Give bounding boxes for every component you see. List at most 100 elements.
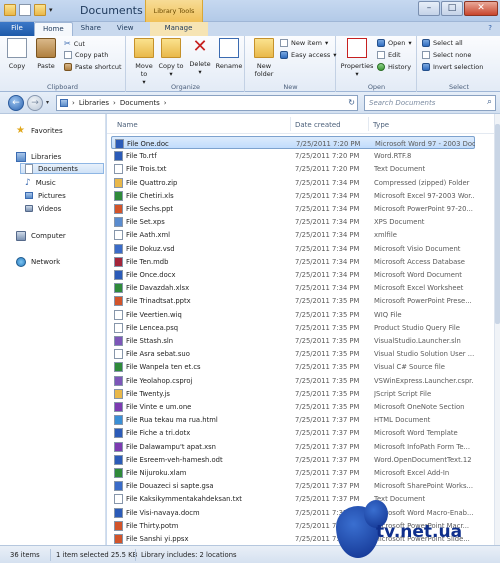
file-row[interactable]: File Trinadtsat.pptx 7/25/2011 7:35 PM Mic… bbox=[111, 294, 475, 307]
close-button[interactable]: ✕ bbox=[464, 1, 498, 16]
back-button[interactable]: ← bbox=[8, 95, 24, 111]
file-row[interactable]: File Fiche a tri.dotx 7/25/2011 7:37 PM Mi… bbox=[111, 426, 475, 439]
file-row[interactable]: File Nijuroku.xlam 7/25/2011 7:37 PM Micro… bbox=[111, 466, 475, 479]
file-row[interactable]: File Sttash.sln 7/25/2011 7:35 PM VisualSt… bbox=[111, 334, 475, 347]
file-row[interactable]: File Rua tekau ma rua.html 7/25/2011 7:37… bbox=[111, 413, 475, 426]
column-divider[interactable] bbox=[368, 117, 369, 131]
copy-path-button[interactable]: Copy path bbox=[64, 51, 108, 59]
breadcrumb-separator-icon[interactable]: › bbox=[164, 99, 167, 107]
scrollbar-thumb[interactable] bbox=[495, 124, 500, 324]
breadcrumb-separator-icon[interactable]: › bbox=[72, 99, 75, 107]
nav-documents[interactable]: Documents bbox=[20, 163, 104, 174]
file-type-icon bbox=[114, 336, 123, 346]
file-date: 7/25/2011 7:34 PM bbox=[295, 271, 360, 279]
select-none-button[interactable]: Select none bbox=[422, 51, 471, 59]
properties-icon[interactable] bbox=[19, 4, 31, 16]
address-bar[interactable]: › Libraries › Documents › ↻ bbox=[56, 95, 358, 111]
column-type[interactable]: Type bbox=[373, 121, 389, 129]
recent-locations-dropdown-icon[interactable]: ▾ bbox=[46, 99, 49, 106]
file-row[interactable]: File Vinte e um.one 7/25/2011 7:35 PM Micr… bbox=[111, 400, 475, 413]
file-row[interactable]: File Once.docx 7/25/2011 7:34 PM Microsoft… bbox=[111, 268, 475, 281]
nav-computer[interactable]: Computer bbox=[16, 230, 66, 241]
paste-button[interactable]: Paste bbox=[32, 38, 60, 70]
tab-home[interactable]: Home bbox=[34, 22, 73, 36]
file-row[interactable]: File Quattro.zip 7/25/2011 7:34 PM Compres… bbox=[111, 176, 475, 189]
file-type: JScript Script File bbox=[374, 389, 432, 398]
file-row[interactable]: File Yeolahop.csproj 7/25/2011 7:35 PM VSW… bbox=[111, 374, 475, 387]
file-name-cell: File Aath.xml bbox=[114, 230, 289, 241]
file-type: Microsoft PowerPoint 97-20... bbox=[374, 205, 473, 213]
column-date-created[interactable]: Date created bbox=[295, 121, 341, 129]
minimize-button[interactable]: – bbox=[418, 1, 440, 16]
copy-to-button[interactable]: Copy to ▾ bbox=[158, 38, 184, 78]
history-button[interactable]: History bbox=[377, 63, 411, 71]
file-row[interactable]: File Twenty.js 7/25/2011 7:35 PM JScript S… bbox=[111, 387, 475, 400]
refresh-icon[interactable]: ↻ bbox=[348, 98, 355, 107]
edit-button[interactable]: Edit bbox=[377, 51, 401, 59]
nav-music[interactable]: ♪ Music bbox=[25, 177, 56, 188]
file-row[interactable]: File Asra sebat.suo 7/25/2011 7:35 PM Visu… bbox=[111, 347, 475, 360]
new-folder-icon[interactable] bbox=[34, 4, 46, 16]
search-input[interactable]: Search Documents ⌕ bbox=[364, 95, 496, 111]
maximize-button[interactable]: □ bbox=[441, 1, 463, 16]
open-button[interactable]: Open ▾ bbox=[377, 39, 412, 47]
column-divider[interactable] bbox=[290, 117, 291, 131]
file-row[interactable]: File Set.xps 7/25/2011 7:34 PM XPS Documen… bbox=[111, 215, 475, 228]
file-row[interactable]: File Aath.xml 7/25/2011 7:34 PM xmlfile bbox=[111, 228, 475, 241]
search-icon[interactable]: ⌕ bbox=[487, 97, 492, 107]
nav-pictures[interactable]: Pictures bbox=[25, 190, 66, 201]
tab-view[interactable]: View bbox=[109, 22, 142, 36]
file-row[interactable]: File Esreem-veh-hamesh.odt 7/25/2011 7:37… bbox=[111, 453, 475, 466]
file-row[interactable]: File Sechs.ppt 7/25/2011 7:34 PM Microsoft… bbox=[111, 202, 475, 215]
move-to-button[interactable]: Move to ▾ bbox=[131, 38, 157, 86]
tab-share[interactable]: Share bbox=[73, 22, 109, 36]
file-row[interactable]: File Chetiri.xls 7/25/2011 7:34 PM Microso… bbox=[111, 189, 475, 202]
delete-button[interactable]: ✕ Delete ▾ bbox=[187, 38, 213, 77]
file-type-icon bbox=[114, 507, 123, 518]
history-icon bbox=[377, 63, 385, 71]
file-row[interactable]: File Dokuz.vsd 7/25/2011 7:34 PM Microsoft… bbox=[111, 242, 475, 255]
invert-selection-button[interactable]: Invert selection bbox=[422, 63, 483, 71]
cut-button[interactable]: ✂ Cut bbox=[64, 39, 85, 48]
file-row[interactable]: File Trois.txt 7/25/2011 7:20 PM Text Docu… bbox=[111, 162, 475, 175]
file-row[interactable]: File Dalawampu't apat.xsn 7/25/2011 7:37 … bbox=[111, 440, 475, 453]
tab-manage[interactable]: Manage bbox=[149, 22, 208, 36]
paste-shortcut-label: Paste shortcut bbox=[75, 63, 122, 71]
file-date: 7/25/2011 7:34 PM bbox=[295, 178, 360, 187]
file-row[interactable]: File Ten.mdb 7/25/2011 7:34 PM Microsoft A… bbox=[111, 255, 475, 268]
rename-button[interactable]: Rename bbox=[215, 38, 243, 70]
nav-network[interactable]: Network bbox=[16, 256, 60, 267]
window-title: Documents bbox=[80, 4, 143, 17]
select-all-button[interactable]: Select all bbox=[422, 39, 463, 47]
file-row[interactable]: File One.doc 7/25/2011 7:20 PM Microsoft W… bbox=[111, 136, 475, 150]
new-item-button[interactable]: New item ▾ bbox=[280, 39, 328, 47]
forward-button[interactable]: → bbox=[27, 95, 43, 111]
file-row[interactable]: File Veertien.wiq 7/25/2011 7:35 PM WIQ Fi… bbox=[111, 308, 475, 321]
open-label: Open bbox=[388, 39, 406, 47]
file-row[interactable]: File Wanpela ten et.cs 7/25/2011 7:35 PM V… bbox=[111, 360, 475, 373]
tab-file[interactable]: File bbox=[0, 22, 34, 36]
nav-videos[interactable]: Videos bbox=[25, 203, 61, 214]
file-row[interactable]: File Douazeci si sapte.gsa 7/25/2011 7:37… bbox=[111, 479, 475, 492]
easy-access-button[interactable]: Easy access ▾ bbox=[280, 51, 337, 59]
nav-favorites[interactable]: ★ Favorites bbox=[16, 125, 63, 136]
breadcrumb-libraries[interactable]: Libraries bbox=[79, 99, 109, 107]
properties-button[interactable]: Properties ▾ bbox=[339, 38, 375, 78]
help-icon[interactable]: ? bbox=[480, 22, 500, 36]
breadcrumb-separator-icon[interactable]: › bbox=[113, 99, 116, 107]
file-type: HTML Document bbox=[374, 416, 431, 425]
nav-libraries[interactable]: Libraries bbox=[16, 151, 61, 162]
vertical-scrollbar[interactable] bbox=[494, 114, 500, 545]
copy-button[interactable]: Copy bbox=[4, 38, 30, 70]
file-row[interactable]: File To.rtf 7/25/2011 7:20 PM Word.RTF.8 bbox=[111, 149, 475, 162]
paste-shortcut-button[interactable]: Paste shortcut bbox=[64, 63, 122, 71]
breadcrumb-documents[interactable]: Documents bbox=[120, 99, 160, 107]
column-name[interactable]: Name bbox=[117, 121, 138, 129]
file-name-cell: File Nijuroku.xlam bbox=[114, 468, 289, 478]
new-folder-button[interactable]: New folder bbox=[250, 38, 278, 78]
file-row[interactable]: File Davazdah.xlsx 7/25/2011 7:34 PM Micro… bbox=[111, 281, 475, 294]
customize-dropdown-icon[interactable]: ▾ bbox=[49, 4, 61, 16]
file-type: xmlfile bbox=[374, 231, 397, 240]
file-row[interactable]: File Lencea.psq 7/25/2011 7:35 PM Product … bbox=[111, 321, 475, 334]
nav-libraries-label: Libraries bbox=[31, 152, 62, 161]
